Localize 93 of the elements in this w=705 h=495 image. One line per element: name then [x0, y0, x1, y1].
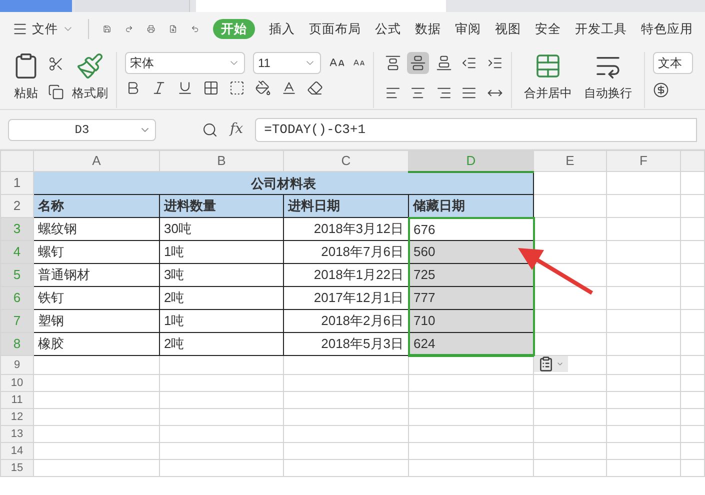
table-cell: 螺纹钢 — [34, 218, 160, 240]
copy-icon[interactable] — [48, 84, 64, 100]
table-cell: 2018年3月12日 — [284, 218, 408, 240]
table-cell: 777 — [408, 286, 534, 310]
row-header[interactable]: 6 — [0, 286, 34, 310]
file-menu[interactable]: 文件 — [32, 20, 58, 38]
formula-field[interactable]: =TODAY()-C3+1 — [255, 118, 697, 142]
underline-icon[interactable] — [177, 80, 193, 96]
ribbon-tab[interactable]: 页面布局 — [308, 20, 361, 38]
column-title: 进料日期 — [284, 194, 408, 218]
table-cell: 2吨 — [160, 286, 284, 310]
align-middle-button[interactable] — [407, 52, 430, 74]
table-cell: 560 — [408, 240, 534, 264]
align-center-icon — [410, 85, 426, 101]
row-header[interactable]: 15 — [0, 460, 34, 476]
column-header[interactable]: C — [284, 150, 408, 172]
ribbon-tab[interactable]: 公式 — [374, 20, 401, 38]
row-header[interactable]: 11 — [0, 392, 34, 408]
table-cell: 30吨 — [160, 218, 284, 240]
fx-label: fx — [230, 120, 244, 139]
font-select[interactable]: 宋体 — [125, 52, 245, 74]
ribbon-tab[interactable]: 安全 — [534, 20, 561, 38]
align-left-icon — [385, 85, 401, 101]
cut-icon[interactable] — [48, 56, 64, 72]
column-title: 储藏日期 — [408, 194, 534, 218]
justify-icon — [461, 85, 478, 101]
column-header[interactable]: A — [34, 150, 160, 172]
column-header[interactable]: B — [160, 150, 284, 172]
align-bottom-icon — [436, 55, 452, 71]
row-header[interactable]: 1 — [0, 172, 34, 194]
row-header[interactable]: 4 — [0, 240, 34, 264]
row-header[interactable]: 14 — [0, 442, 34, 460]
row-header[interactable]: 8 — [0, 332, 34, 356]
name-box[interactable]: D3 — [8, 118, 156, 140]
table-cell: 2017年12月1日 — [284, 286, 408, 310]
table-cell: 2018年1月22日 — [284, 264, 408, 286]
table-cell: 铁钉 — [34, 286, 160, 310]
row-header[interactable]: 9 — [0, 356, 34, 374]
column-header[interactable]: F — [606, 150, 680, 172]
row-header[interactable]: 3 — [0, 218, 34, 240]
table-cell: 普通钢材 — [34, 264, 160, 286]
wrap-text-button[interactable]: 自动换行 — [584, 84, 632, 102]
row-header[interactable]: 12 — [0, 408, 34, 426]
indent-decrease-icon — [461, 55, 478, 71]
ribbon-tab[interactable]: 视图 — [494, 20, 521, 38]
table-cell: 710 — [408, 310, 534, 332]
align-right-icon — [436, 85, 452, 101]
zoom-icon[interactable] — [202, 122, 218, 138]
font-size-select[interactable]: 11 — [253, 52, 321, 74]
align-top-icon — [385, 55, 401, 71]
merge-center-button[interactable]: 合并居中 — [524, 84, 572, 102]
column-header[interactable]: E — [534, 150, 606, 172]
table-cell: 676 — [408, 218, 534, 240]
ribbon-tab[interactable]: 开始 — [212, 18, 255, 40]
indent-increase-icon — [486, 55, 503, 71]
table-cell: 624 — [408, 332, 534, 356]
font-color-icon[interactable] — [281, 80, 297, 96]
ribbon-tab[interactable]: 审阅 — [454, 20, 481, 38]
ribbon-tab[interactable]: 插入 — [268, 20, 295, 38]
row-header[interactable]: 13 — [0, 426, 34, 442]
table-cell: 塑钢 — [34, 310, 160, 332]
table-cell: 2018年7月6日 — [284, 240, 408, 264]
table-cell: 725 — [408, 264, 534, 286]
format-painter-button[interactable]: 格式刷 — [72, 84, 108, 102]
row-header[interactable]: 10 — [0, 374, 34, 392]
row-header[interactable]: 5 — [0, 264, 34, 286]
table-cell: 2018年2月6日 — [284, 310, 408, 332]
align-middle-icon — [410, 55, 426, 71]
number-format-select[interactable]: 文本 — [653, 52, 693, 74]
table-cell: 橡胶 — [34, 332, 160, 356]
table-cell: 1吨 — [160, 310, 284, 332]
table-cell: 2吨 — [160, 332, 284, 356]
italic-icon[interactable] — [151, 80, 167, 96]
sheet-title: 公司材料表 — [34, 172, 534, 194]
row-header[interactable]: 7 — [0, 310, 34, 332]
column-title: 进料数量 — [160, 194, 284, 218]
ribbon-tab[interactable]: 特色应用 — [640, 20, 693, 38]
table-cell: 3吨 — [160, 264, 284, 286]
eraser-icon[interactable] — [307, 80, 323, 96]
ribbon-tab[interactable]: 数据 — [414, 20, 441, 38]
table-cell: 螺钉 — [34, 240, 160, 264]
menu-icon[interactable] — [12, 21, 28, 37]
row-header[interactable]: 2 — [0, 194, 34, 218]
fill-icon[interactable] — [255, 80, 271, 96]
column-title: 名称 — [34, 194, 160, 218]
brush-icon[interactable] — [76, 52, 104, 80]
ribbon-tab[interactable]: 开发工具 — [574, 20, 627, 38]
merge-icon[interactable] — [534, 52, 562, 80]
paste-button[interactable]: 粘贴 — [14, 84, 38, 102]
border-icon[interactable] — [203, 80, 219, 96]
table-cell: 2018年5月3日 — [284, 332, 408, 356]
table-cell: 1吨 — [160, 240, 284, 264]
currency-icon[interactable] — [653, 82, 669, 98]
